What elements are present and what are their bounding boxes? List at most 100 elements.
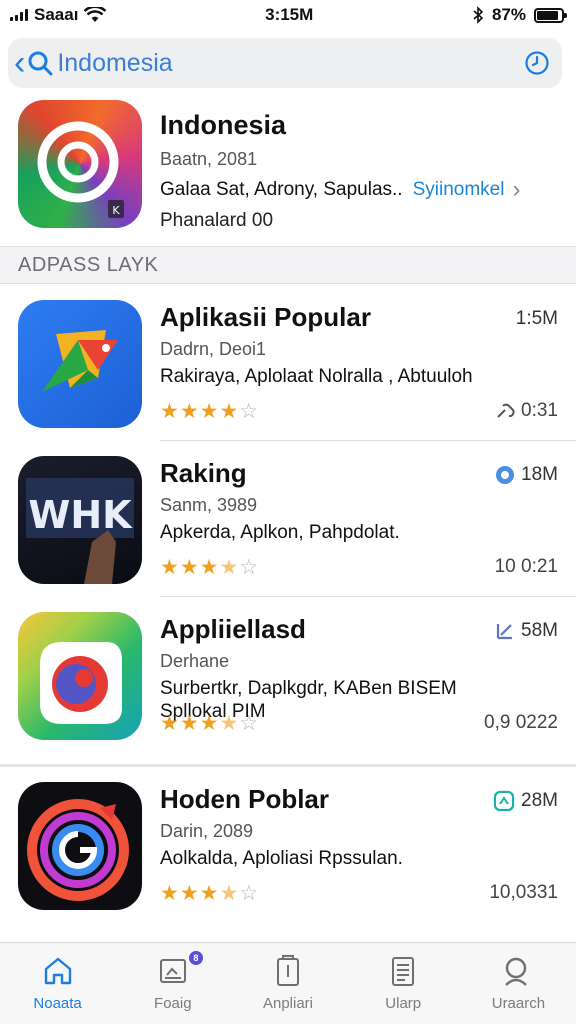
recent-clock-icon[interactable] [524, 50, 550, 76]
app-subtitle: Dadrn, Deoi1 [160, 339, 267, 359]
svg-text:K: K [112, 204, 120, 217]
row-divider [0, 764, 576, 767]
app-time-value: 10,0331 [489, 882, 558, 903]
featured-extra: Phanalard 00 [160, 210, 274, 231]
star-icon: ☆ [239, 882, 259, 905]
app-info: Raking Sanm, 3989 Apkerda, Aplkon, Pahpd… [160, 442, 558, 592]
app-description: Aolkalda, Aploliasi Rpssulan. [160, 848, 403, 869]
star-icon: ★ [199, 882, 219, 905]
star-rating: ★ ★ ★ ★ ☆ [160, 555, 258, 580]
svg-text:WHK: WHK [28, 493, 133, 537]
app-description-line: Surbertkr, Daplkgdr, KABen BISEM [160, 678, 457, 699]
tab-badge: 8 [188, 951, 203, 965]
tab-today[interactable]: 8 Foaig [115, 943, 230, 1024]
refresh-icon [493, 790, 515, 812]
app-info: Appliiellasd Derhane Surbertkr, Daplkgdr… [160, 598, 558, 748]
search-input[interactable] [57, 48, 524, 78]
star-icon: ★ [199, 556, 219, 579]
star-rating: ★ ★ ★ ★ ☆ [160, 399, 258, 424]
featured-title: Indonesia [160, 110, 287, 140]
star-icon: ★ [199, 400, 219, 423]
home-icon [44, 957, 71, 985]
app-title: Aplikasii Popular [160, 302, 371, 332]
app-info: Aplikasii Popular Dadrn, Deoi1 Rakiraya,… [160, 286, 558, 436]
app-description: Apkerda, Aplkon, Pahpdolat. [160, 522, 400, 543]
status-bar: Saaaı 3:15M 87% [0, 0, 576, 30]
app-row[interactable]: WHK Raking Sanm, 3989 Apkerda, Aplkon, P… [0, 442, 576, 592]
tab-label: Uraarch [491, 995, 546, 1012]
status-right: 87% [472, 5, 567, 25]
star-icon: ★ [160, 882, 179, 905]
app-time: 10,0331 [489, 882, 558, 904]
app-size-value: 28M [521, 790, 558, 811]
star-icon: ★ [219, 882, 239, 905]
app-row[interactable]: Appliiellasd Derhane Surbertkr, Daplkgdr… [0, 598, 576, 748]
section-header: ADPASS LAYK [0, 246, 576, 284]
app-time: 0,9 0222 [484, 712, 558, 734]
star-icon: ☆ [239, 712, 259, 735]
tab-label: Foaig [154, 995, 192, 1012]
app-icon [18, 612, 142, 740]
app-time: 0:31 [495, 400, 558, 422]
app-icon [18, 782, 142, 910]
featured-subtitle: Baatn, 2081 [160, 149, 258, 169]
download-cloud-icon [496, 466, 515, 484]
search-bar: ‹ [8, 38, 562, 88]
app-row[interactable]: Aplikasii Popular Dadrn, Deoi1 Rakiraya,… [0, 286, 576, 436]
app-time-value: 0:31 [521, 400, 558, 421]
carrier-label: Saaaı [34, 5, 79, 24]
tab-bar: Noaata 8 Foaig Anpliari Ularp Uraarch [0, 942, 576, 1024]
today-icon [159, 959, 186, 983]
app-icon [18, 300, 142, 428]
featured-link[interactable]: Syiinomkel [413, 179, 505, 201]
app-size: 58M [495, 620, 558, 642]
bluetooth-icon [473, 6, 484, 24]
star-icon: ★ [179, 556, 199, 579]
row-divider [160, 440, 576, 441]
featured-app-icon: K [18, 100, 142, 228]
edit-icon [496, 624, 513, 640]
star-icon: ★ [179, 400, 199, 423]
app-size-value: 58M [521, 620, 558, 641]
featured-description: Galaa Sat, Adrony, Sapulas.. [160, 179, 403, 200]
battery-percent: 87% [491, 5, 526, 24]
tab-apps[interactable]: Anpliari [230, 943, 345, 1024]
wifi-icon [84, 7, 107, 22]
app-size: 18M [495, 464, 558, 486]
star-icon: ★ [160, 556, 179, 579]
star-icon: ☆ [239, 400, 259, 423]
signal-icon [10, 9, 28, 21]
tab-home[interactable]: Noaata [0, 943, 115, 1024]
app-size-value: 18M [521, 464, 558, 485]
star-icon: ★ [179, 882, 199, 905]
app-subtitle: Sanm, 3989 [160, 495, 258, 515]
chevron-right-icon[interactable]: › [512, 176, 520, 204]
star-rating: ★ ★ ★ ★ ☆ [160, 711, 258, 736]
tab-updates[interactable]: Ularp [346, 943, 461, 1024]
featured-info: Indonesia Baatn, 2081 Galaa Sat, Adrony,… [160, 100, 558, 244]
app-subtitle: Darin, 2089 [160, 821, 254, 841]
back-chevron-icon[interactable]: ‹ [14, 46, 25, 80]
app-size: 28M [493, 790, 558, 812]
app-row[interactable]: Hoden Poblar Darin, 2089 Aolkalda, Aplol… [0, 768, 576, 918]
app-size-value: 1:5M [515, 308, 558, 329]
star-icon: ★ [219, 556, 239, 579]
updates-icon [392, 957, 415, 986]
row-divider [160, 596, 576, 597]
tab-label: Anpliari [262, 995, 314, 1012]
featured-app[interactable]: K Indonesia Baatn, 2081 Galaa Sat, Adron… [0, 100, 576, 244]
app-size: 1:5M [516, 308, 558, 330]
search-icon [505, 957, 528, 986]
app-icon: WHK [18, 456, 142, 584]
star-icon: ★ [179, 712, 199, 735]
battery-fill [537, 10, 558, 20]
tab-label: Noaata [33, 995, 82, 1012]
star-rating: ★ ★ ★ ★ ☆ [160, 881, 258, 906]
star-icon: ★ [219, 400, 239, 423]
app-time: 10 0:21 [495, 556, 558, 578]
app-description: Rakiraya, Aplolaat Nolralla , Abtuuloh [160, 366, 473, 387]
app-time-value: 0,9 0222 [484, 712, 558, 733]
tab-search[interactable]: Uraarch [461, 943, 576, 1024]
status-left: Saaaı [10, 5, 107, 25]
apps-icon [277, 955, 299, 986]
